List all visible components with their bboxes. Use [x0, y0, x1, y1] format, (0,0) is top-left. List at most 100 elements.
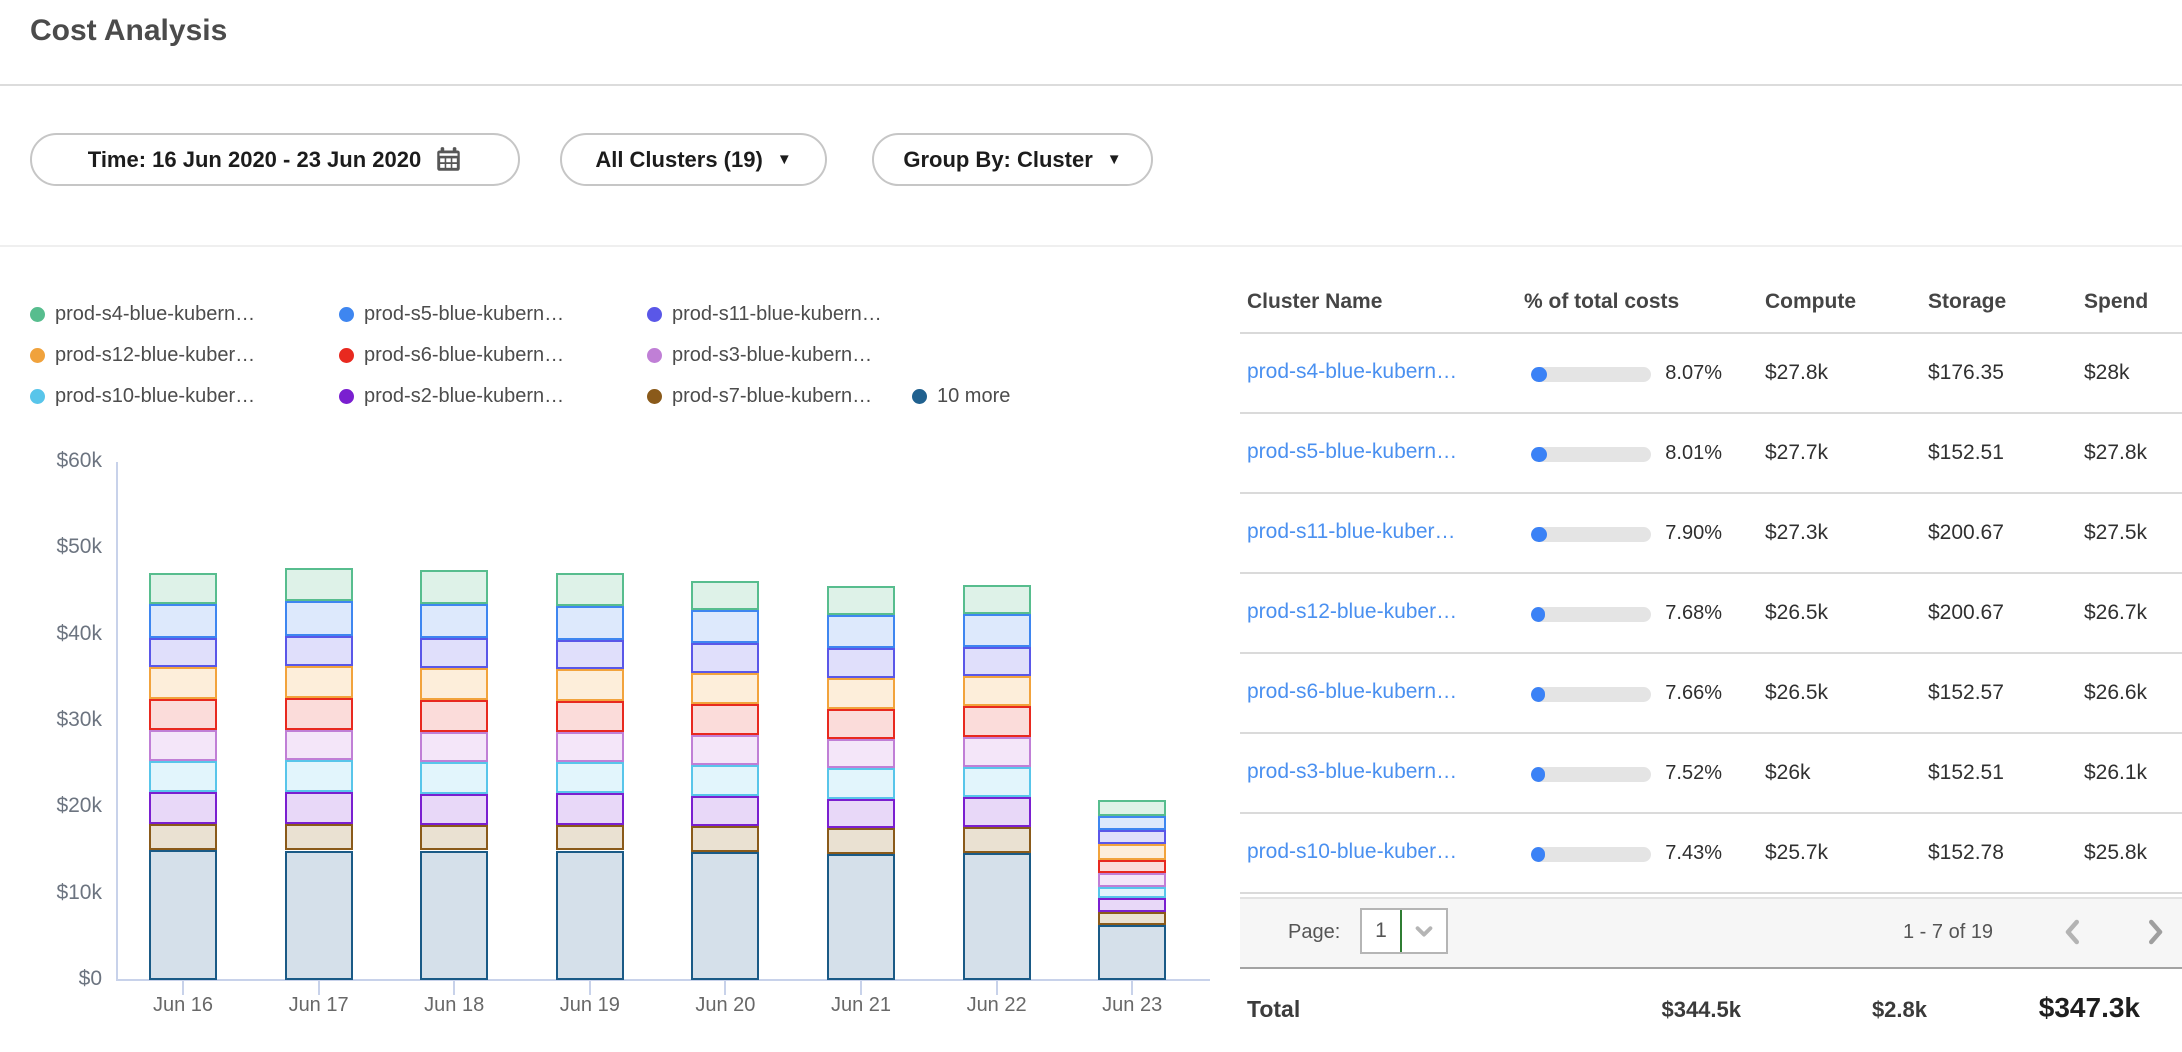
row-separator — [1240, 892, 2182, 894]
compute-value: $27.3k — [1765, 521, 1828, 545]
table-row: prod-s10-blue-kuber…7.43%$25.7k$152.78$2… — [0, 814, 2182, 894]
storage-value: $200.67 — [1928, 601, 2004, 625]
compute-value: $25.7k — [1765, 841, 1828, 865]
spend-value: $25.8k — [2084, 841, 2147, 865]
col-header-cluster-name: Cluster Name — [1247, 290, 1382, 314]
bar-segment — [1098, 912, 1166, 925]
spend-value: $26.7k — [2084, 601, 2147, 625]
pct-progress-bar — [1531, 767, 1651, 782]
cluster-name-link[interactable]: prod-s5-blue-kubern… — [1247, 440, 1457, 464]
pct-progress-fill — [1531, 687, 1545, 702]
calendar-icon — [435, 146, 462, 173]
spend-value: $28k — [2084, 361, 2130, 385]
x-axis-tick — [453, 981, 455, 995]
legend-item[interactable]: prod-s5-blue-kubern… — [339, 301, 564, 327]
pct-progress-bar — [1531, 447, 1651, 462]
legend-item-label: prod-s11-blue-kubern… — [672, 303, 882, 326]
bar-segment — [1098, 898, 1166, 912]
page-select-value: 1 — [1362, 910, 1400, 952]
storage-value: $152.51 — [1928, 441, 2004, 465]
pct-value: 7.90% — [1636, 522, 1722, 545]
x-axis-tick — [996, 981, 998, 995]
cluster-name-link[interactable]: prod-s12-blue-kuber… — [1247, 600, 1457, 624]
table-row: prod-s5-blue-kubern…8.01%$27.7k$152.51$2… — [0, 414, 2182, 494]
storage-value: $176.35 — [1928, 361, 2004, 385]
page-title: Cost Analysis — [30, 14, 227, 48]
pct-progress-bar — [1531, 607, 1651, 622]
time-range-label: Time: 16 Jun 2020 - 23 Jun 2020 — [88, 147, 421, 173]
pct-progress-bar — [1531, 687, 1651, 702]
x-axis-tick-label: Jun 20 — [655, 994, 795, 1017]
cluster-name-link[interactable]: prod-s11-blue-kuber… — [1247, 520, 1456, 544]
cluster-name-link[interactable]: prod-s3-blue-kubern… — [1247, 760, 1457, 784]
x-axis-tick-label: Jun 22 — [927, 994, 1067, 1017]
table-row: prod-s4-blue-kubern… 8.07% $27.8k $176.35 $2… — [0, 334, 2182, 414]
next-page-button[interactable] — [2138, 915, 2172, 949]
total-storage-value: $2.8k — [1800, 997, 1927, 1023]
pct-value: 7.52% — [1636, 762, 1722, 785]
chevron-down-icon — [1402, 910, 1446, 952]
x-axis-tick — [589, 981, 591, 995]
chevron-down-icon: ▼ — [777, 152, 792, 167]
header-divider — [0, 84, 2182, 86]
pct-value: 8.01% — [1636, 442, 1722, 465]
legend-item[interactable]: prod-s11-blue-kubern… — [647, 301, 882, 327]
cluster-name-link[interactable]: prod-s6-blue-kubern… — [1247, 680, 1457, 704]
page-select[interactable]: 1 — [1360, 908, 1448, 954]
previous-page-button[interactable] — [2056, 915, 2090, 949]
compute-value: $26k — [1765, 761, 1811, 785]
total-row-label: Total — [1247, 996, 1300, 1023]
toolbar-divider — [0, 245, 2182, 247]
pct-value: 7.68% — [1636, 602, 1722, 625]
x-axis-tick — [182, 981, 184, 995]
col-header-compute: Compute — [1765, 290, 1856, 314]
pct-progress-fill — [1531, 527, 1547, 542]
table-row: prod-s12-blue-kuber… 7.68% $26.5k $200.67 $2… — [0, 574, 2182, 654]
cluster-name-link[interactable]: prod-s4-blue-kubern… — [1247, 360, 1457, 384]
legend-dot-icon — [647, 307, 662, 322]
table-row: prod-s3-blue-kubern…7.52%$26k$152.51$26.… — [0, 734, 2182, 814]
x-axis-tick-label: Jun 23 — [1062, 994, 1202, 1017]
x-axis-tick-label: Jun 18 — [384, 994, 524, 1017]
legend-dot-icon — [30, 307, 45, 322]
page-label: Page: — [1288, 921, 1340, 944]
x-axis-tick — [724, 981, 726, 995]
x-axis-tick — [860, 981, 862, 995]
x-axis-tick — [318, 981, 320, 995]
compute-value: $27.8k — [1765, 361, 1828, 385]
compute-value: $26.5k — [1765, 601, 1828, 625]
total-spend-value: $347.3k — [1955, 992, 2140, 1024]
legend-item[interactable]: prod-s4-blue-kubern… — [30, 301, 255, 327]
compute-value: $26.5k — [1765, 681, 1828, 705]
legend-item-label: prod-s4-blue-kubern… — [55, 303, 255, 326]
group-by-label: Group By: Cluster — [903, 147, 1092, 173]
legend-item-label: prod-s5-blue-kubern… — [364, 303, 564, 326]
spend-value: $27.8k — [2084, 441, 2147, 465]
pct-progress-fill — [1531, 767, 1545, 782]
pct-value: 8.07% — [1636, 362, 1722, 385]
group-by-dropdown[interactable]: Group By: Cluster ▼ — [872, 133, 1153, 186]
x-axis-line — [116, 979, 1210, 981]
x-axis-tick — [1131, 981, 1133, 995]
col-header-spend: Spend — [2084, 290, 2148, 314]
clusters-filter-label: All Clusters (19) — [595, 147, 763, 173]
cluster-name-link[interactable]: prod-s10-blue-kuber… — [1247, 840, 1457, 864]
pct-progress-fill — [1531, 607, 1545, 622]
x-axis-tick-label: Jun 21 — [791, 994, 931, 1017]
pct-progress-fill — [1531, 447, 1547, 462]
bar-segment — [1098, 925, 1166, 980]
x-axis-tick-label: Jun 16 — [113, 994, 253, 1017]
table-row: prod-s6-blue-kubern…7.66%$26.5k$152.57$2… — [0, 654, 2182, 734]
time-range-filter-button[interactable]: Time: 16 Jun 2020 - 23 Jun 2020 — [30, 133, 520, 186]
x-axis-tick-label: Jun 19 — [520, 994, 660, 1017]
table-row: prod-s11-blue-kuber…7.90%$27.3k$200.67$2… — [0, 494, 2182, 574]
pct-progress-fill — [1531, 367, 1547, 382]
spend-value: $27.5k — [2084, 521, 2147, 545]
pct-value: 7.66% — [1636, 682, 1722, 705]
pct-progress-bar — [1531, 847, 1651, 862]
clusters-filter-dropdown[interactable]: All Clusters (19) ▼ — [560, 133, 827, 186]
total-compute-value: $344.5k — [1600, 997, 1741, 1023]
pagination-range: 1 - 7 of 19 — [1903, 921, 1993, 944]
y-axis-tick-label: $0 — [0, 967, 102, 991]
storage-value: $152.78 — [1928, 841, 2004, 865]
